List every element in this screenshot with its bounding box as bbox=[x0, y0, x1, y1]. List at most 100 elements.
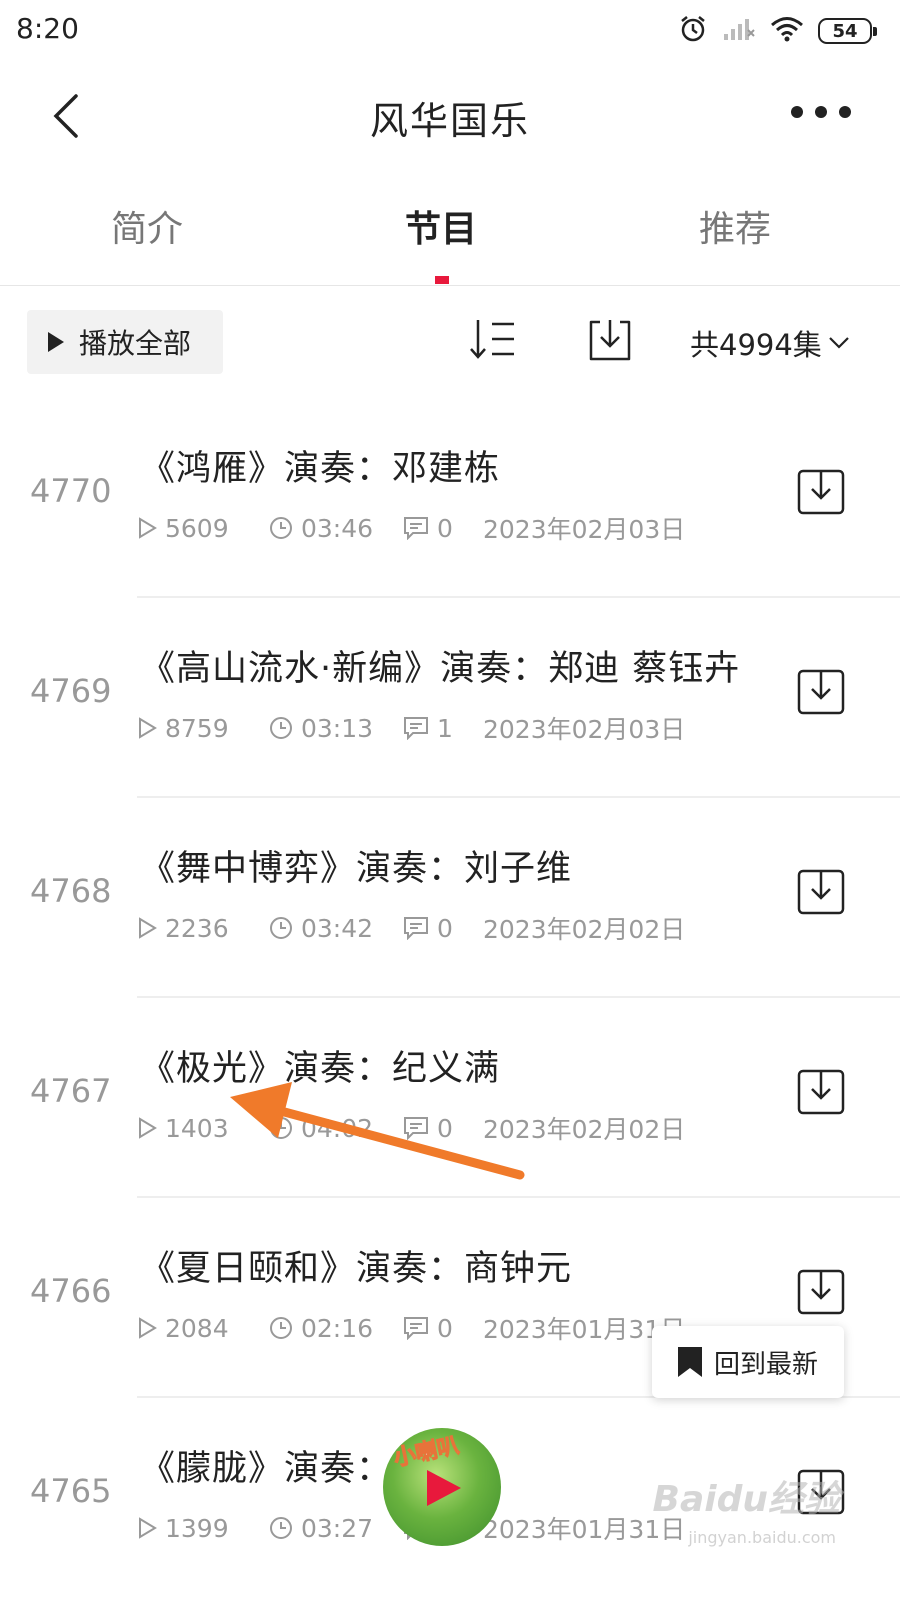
list-item[interactable]: 4769 《高山流水·新编》演奏：郑迪 蔡钰卉 8759 03:13 1 202… bbox=[0, 598, 900, 798]
comment-count: 0 bbox=[437, 1313, 453, 1343]
publish-date: 2023年02月03日 bbox=[483, 715, 686, 744]
episode-index: 4768 bbox=[30, 872, 112, 910]
play-count: 1399 bbox=[165, 1513, 229, 1543]
clock-icon bbox=[270, 917, 292, 939]
play-count-icon bbox=[139, 1117, 157, 1139]
status-icons: 54 bbox=[678, 14, 877, 48]
download-icon bbox=[797, 669, 845, 715]
tab-programs[interactable]: 节目 bbox=[351, 200, 531, 252]
comment-icon bbox=[404, 917, 428, 940]
publish-date: 2023年02月02日 bbox=[483, 915, 686, 944]
clock-icon bbox=[270, 717, 292, 739]
play-count: 2084 bbox=[165, 1313, 229, 1343]
more-dots-icon bbox=[791, 106, 851, 118]
download-icon bbox=[797, 469, 845, 515]
comment-icon bbox=[404, 517, 428, 540]
duration: 03:42 bbox=[301, 913, 374, 943]
signal-icon bbox=[722, 16, 756, 46]
episode-title: 《极光》演奏：纪义满 bbox=[140, 1049, 501, 1089]
download-button[interactable] bbox=[796, 668, 846, 718]
wifi-icon bbox=[770, 15, 804, 47]
play-count: 8759 bbox=[165, 713, 229, 743]
back-to-latest-button[interactable]: 回到最新 bbox=[652, 1326, 844, 1398]
episode-meta: 8759 03:13 1 2023年02月03日 bbox=[137, 710, 685, 746]
download-button[interactable] bbox=[796, 468, 846, 518]
clock-icon bbox=[270, 517, 292, 539]
comment-count: 1 bbox=[437, 713, 453, 743]
play-count-icon bbox=[139, 917, 157, 939]
bookmark-icon bbox=[678, 1347, 702, 1377]
play-count-icon bbox=[139, 1517, 157, 1539]
play-icon bbox=[48, 332, 64, 352]
play-all-label: 播放全部 bbox=[79, 327, 192, 360]
episode-meta: 5609 03:46 0 2023年02月03日 bbox=[137, 510, 685, 546]
play-all-button[interactable]: 播放全部 bbox=[27, 310, 223, 374]
download-icon bbox=[589, 320, 631, 361]
episode-index: 4765 bbox=[30, 1472, 112, 1510]
duration: 04:02 bbox=[301, 1113, 374, 1143]
episode-count-selector[interactable]: 共4994集 bbox=[690, 322, 850, 364]
episode-index: 4766 bbox=[30, 1272, 112, 1310]
page-title: 风华国乐 bbox=[369, 99, 530, 143]
episode-title: 《夏日颐和》演奏：商钟元 bbox=[140, 1249, 573, 1289]
list-item[interactable]: 4770 《鸿雁》演奏：邓建栋 5609 03:46 0 2023年02月03日 bbox=[0, 398, 900, 598]
watermark-url: jingyan.baidu.com bbox=[688, 1528, 836, 1547]
comment-count: 0 bbox=[437, 913, 453, 943]
play-count-icon bbox=[139, 717, 157, 739]
batch-download-button[interactable] bbox=[586, 316, 636, 366]
publish-date: 2023年02月02日 bbox=[483, 1115, 686, 1144]
download-icon bbox=[797, 1069, 845, 1115]
download-button[interactable] bbox=[796, 1268, 846, 1318]
clock-icon bbox=[270, 1517, 292, 1539]
duration: 03:13 bbox=[301, 713, 374, 743]
play-count-icon bbox=[139, 1317, 157, 1339]
clock-icon bbox=[270, 1317, 292, 1339]
play-count: 5609 bbox=[165, 513, 229, 543]
alarm-icon bbox=[678, 14, 708, 48]
episode-index: 4770 bbox=[30, 472, 112, 510]
play-count: 1403 bbox=[165, 1113, 229, 1143]
duration: 03:27 bbox=[301, 1513, 374, 1543]
status-bar: 8:20 54 bbox=[0, 0, 900, 62]
clock-icon bbox=[270, 1117, 292, 1139]
comment-count: 0 bbox=[437, 513, 453, 543]
status-time: 8:20 bbox=[16, 12, 79, 45]
episode-meta: 2236 03:42 0 2023年02月02日 bbox=[137, 910, 685, 946]
active-tab-indicator bbox=[435, 276, 449, 284]
mini-player[interactable]: 小喇叭 bbox=[383, 1428, 501, 1546]
download-button[interactable] bbox=[796, 1068, 846, 1118]
back-to-latest-label: 回到最新 bbox=[714, 1349, 819, 1380]
comment-icon bbox=[404, 1317, 428, 1340]
duration: 03:46 bbox=[301, 513, 374, 543]
list-item[interactable]: 4767 《极光》演奏：纪义满 1403 04:02 0 2023年02月02日 bbox=[0, 998, 900, 1198]
list-item[interactable]: 4768 《舞中博弈》演奏：刘子维 2236 03:42 0 2023年02月0… bbox=[0, 798, 900, 998]
chevron-down-icon bbox=[829, 337, 849, 349]
list-toolbar: 播放全部 共4994集 bbox=[0, 286, 900, 398]
tab-recommend[interactable]: 推荐 bbox=[645, 200, 825, 252]
episode-count-label: 共4994集 bbox=[690, 328, 822, 362]
watermark-brand: Baidu经验 bbox=[652, 1479, 840, 1520]
comment-icon bbox=[404, 717, 428, 740]
sort-order-icon bbox=[470, 320, 514, 359]
download-icon bbox=[797, 869, 845, 915]
download-button[interactable] bbox=[796, 868, 846, 918]
episode-title: 《朦胧》演奏： bbox=[140, 1449, 393, 1489]
comment-count: 0 bbox=[437, 1113, 453, 1143]
episode-index: 4769 bbox=[30, 672, 112, 710]
episode-title: 《高山流水·新编》演奏：郑迪 蔡钰卉 bbox=[140, 649, 741, 689]
play-icon bbox=[427, 1470, 461, 1506]
title-bar: 风华国乐 bbox=[0, 62, 900, 172]
episode-meta: 1403 04:02 0 2023年02月02日 bbox=[137, 1110, 685, 1146]
episode-title: 《舞中博弈》演奏：刘子维 bbox=[140, 849, 573, 889]
tab-intro[interactable]: 简介 bbox=[57, 200, 237, 252]
battery-indicator: 54 bbox=[818, 18, 877, 44]
more-options-button[interactable] bbox=[786, 92, 856, 132]
sort-button[interactable] bbox=[468, 316, 522, 366]
publish-date: 2023年02月03日 bbox=[483, 515, 686, 544]
comment-icon bbox=[404, 1117, 428, 1140]
episode-meta: 2084 02:16 0 2023年01月31日 bbox=[137, 1310, 685, 1346]
tab-bar: 简介 节目 推荐 bbox=[0, 172, 900, 286]
duration: 02:16 bbox=[301, 1313, 374, 1343]
episode-index: 4767 bbox=[30, 1072, 112, 1110]
episode-list: 4770 《鸿雁》演奏：邓建栋 5609 03:46 0 2023年02月03日… bbox=[0, 398, 900, 1598]
